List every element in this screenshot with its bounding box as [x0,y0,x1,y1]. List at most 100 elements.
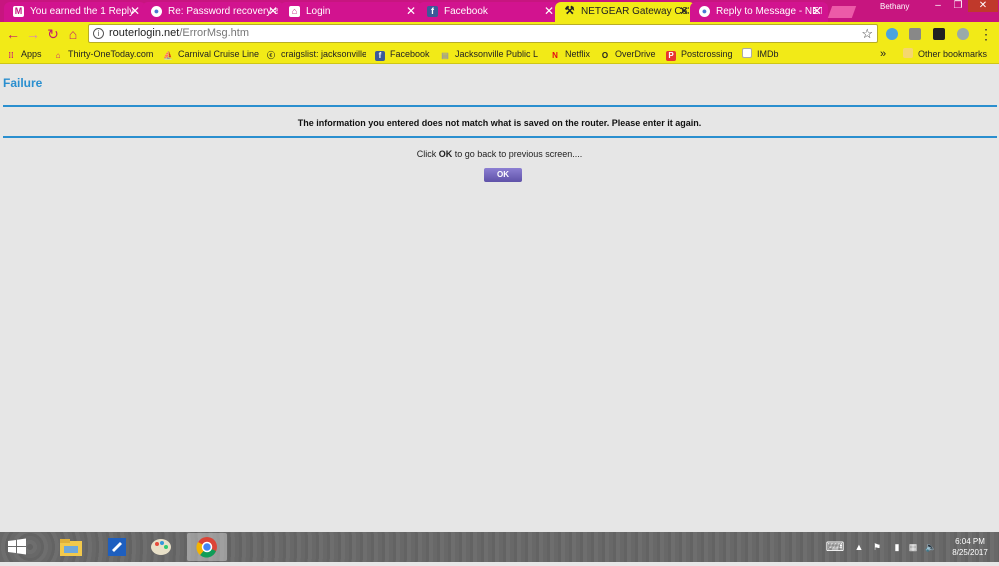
close-icon[interactable]: ✕ [268,2,278,21]
system-clock[interactable]: 6:04 PM 8/25/2017 [944,536,996,558]
chrome-page-icon: ● [699,6,710,17]
tab-title: You earned the 1 Reply [30,6,135,17]
file-explorer-icon[interactable] [58,535,84,559]
facebook-icon: f [427,6,438,17]
bookmark-jacksonville-library[interactable]: ▤ Jacksonville Public Lib [440,46,538,63]
bookmark-netflix[interactable]: N Netflix [550,46,596,63]
other-bookmarks-folder[interactable]: Other bookmarks [903,46,999,63]
flag-icon[interactable]: ⚑ [868,532,886,562]
instruction-suffix: to go back to previous screen.... [452,149,583,159]
bookmark-star-icon[interactable]: ☆ [861,25,873,42]
back-button[interactable]: ← [4,25,22,43]
bookmark-label: Netflix [565,49,591,59]
home-button[interactable]: ⌂ [64,25,82,43]
tab-gmail[interactable]: M You earned the 1 Reply ✕ [4,2,146,22]
carnival-icon: ⛵ [163,51,173,60]
bookmark-postcrossing[interactable]: P Postcrossing [666,46,736,63]
keyboard-icon[interactable]: ⌨ [822,532,848,562]
taskbar: ⌨ ▲ ⚑ ▮ ▦ 🔈 6:04 PM 8/25/2017 [0,532,999,562]
address-bar[interactable]: i routerlogin.net/ErrorMsg.htm ☆ [88,24,878,43]
bookmark-label: Jacksonville Public Lib [455,49,538,59]
account-extension-icon[interactable] [957,28,969,40]
restore-button[interactable]: ❐ [948,0,968,12]
error-message: The information you entered does not mat… [297,118,702,128]
bookmarks-bar: ⁞⁞ Apps ⌂ Thirty-OneToday.com ⛵ Carnival Cr… [0,46,999,64]
overdrive-icon: O [601,51,609,60]
bookmark-label: Carnival Cruise Line [178,49,259,59]
tab-title: Login [306,6,331,17]
bookmarks-overflow-button[interactable]: » [880,46,892,63]
close-icon[interactable]: ✕ [812,2,822,21]
clock-time: 6:04 PM [955,537,985,546]
tab-reply-to-message[interactable]: ● Reply to Message - NET ✕ [690,2,828,22]
close-window-button[interactable]: ✕ [968,0,998,12]
divider-bottom [3,136,997,138]
craigslist-icon: ⓒ [267,51,275,60]
bookmark-label: craigslist: jacksonville [281,49,366,59]
tab-strip: M You earned the 1 Reply ✕ ● Re: Passwor… [0,0,999,22]
close-icon[interactable]: ✕ [679,2,689,21]
home-icon: ⌂ [55,51,61,60]
tab-title: Reply to Message - NET [716,6,822,17]
bookmark-thirty-one[interactable]: ⌂ Thirty-OneToday.com [53,46,155,63]
tools-icon: ⚒ [564,5,575,17]
forward-button[interactable]: → [24,25,42,43]
camera-extension-icon[interactable] [933,28,945,40]
bookmark-label: Apps [21,49,42,59]
page-content: Failure The information you entered does… [0,64,999,532]
battery-icon[interactable]: ▮ [890,532,904,562]
menu-icon[interactable]: ⋮ [977,25,995,43]
library-icon: ▤ [441,51,449,60]
url-path: /ErrorMsg.htm [179,27,250,39]
instruction-text: Click OK to go back to previous screen..… [0,149,999,159]
bookmark-imdb[interactable]: IMDb [742,46,786,63]
reload-button[interactable]: ↻ [44,25,62,43]
router-icon: ⌂ [289,6,300,17]
bookmark-carnival[interactable]: ⛵ Carnival Cruise Line [163,46,259,63]
close-icon[interactable]: ✕ [130,2,140,21]
close-icon[interactable]: ✕ [544,2,554,21]
profile-name: Bethany [880,2,910,11]
tab-password-recovery[interactable]: ● Re: Password recovery a ✕ [142,2,284,22]
ok-button[interactable]: OK [484,168,522,182]
browser-toolbar: ← → ↻ ⌂ i routerlogin.net/ErrorMsg.htm ☆ [0,22,999,46]
bookmark-overdrive[interactable]: O OverDrive [600,46,662,63]
instruction-ok: OK [438,149,453,159]
bookmark-label: Thirty-OneToday.com [68,49,154,59]
apps-grid-icon: ⁞⁞ [8,51,14,60]
page-title: Failure [3,76,43,90]
tab-title: NETGEAR Gateway C63 [581,6,689,17]
extension-icon[interactable] [909,28,921,40]
folder-icon [903,48,913,58]
paint-app-icon[interactable] [148,535,174,559]
close-icon[interactable]: ✕ [406,2,416,21]
info-icon[interactable]: i [93,28,104,39]
chrome-taskbar-icon[interactable] [187,533,227,561]
bookmark-label: Other bookmarks [918,49,988,59]
windows-start-icon[interactable] [6,535,28,559]
cloud-extension-icon[interactable] [886,28,898,40]
network-icon[interactable]: ▦ [905,532,921,562]
profile-button[interactable]: Bethany [868,0,915,14]
volume-icon[interactable]: 🔈 [923,532,939,562]
tab-netgear-gateway[interactable]: ⚒ NETGEAR Gateway C63 ✕ [555,2,695,22]
bookmark-craigslist[interactable]: ⓒ craigslist: jacksonville [266,46,366,63]
bookmark-label: Facebook [390,49,430,59]
divider-top [3,105,997,107]
page-icon [742,48,752,58]
minimize-button[interactable]: – [928,0,948,12]
postcrossing-icon: P [666,51,676,61]
tab-login[interactable]: ⌂ Login ✕ [280,2,422,22]
bookmark-apps[interactable]: ⁞⁞ Apps [6,46,50,63]
show-hidden-icons-icon[interactable]: ▲ [852,532,866,562]
chrome-page-icon: ● [151,6,162,17]
documents-app-icon[interactable] [104,535,130,559]
instruction-prefix: Click [416,149,439,159]
tab-title: Facebook [444,6,488,17]
tab-facebook[interactable]: f Facebook ✕ [418,2,560,22]
netflix-icon: N [552,51,558,60]
bookmark-facebook[interactable]: f Facebook [375,46,435,63]
bookmark-label: IMDb [757,49,779,59]
facebook-icon: f [375,51,385,61]
new-tab-button[interactable] [827,6,857,18]
